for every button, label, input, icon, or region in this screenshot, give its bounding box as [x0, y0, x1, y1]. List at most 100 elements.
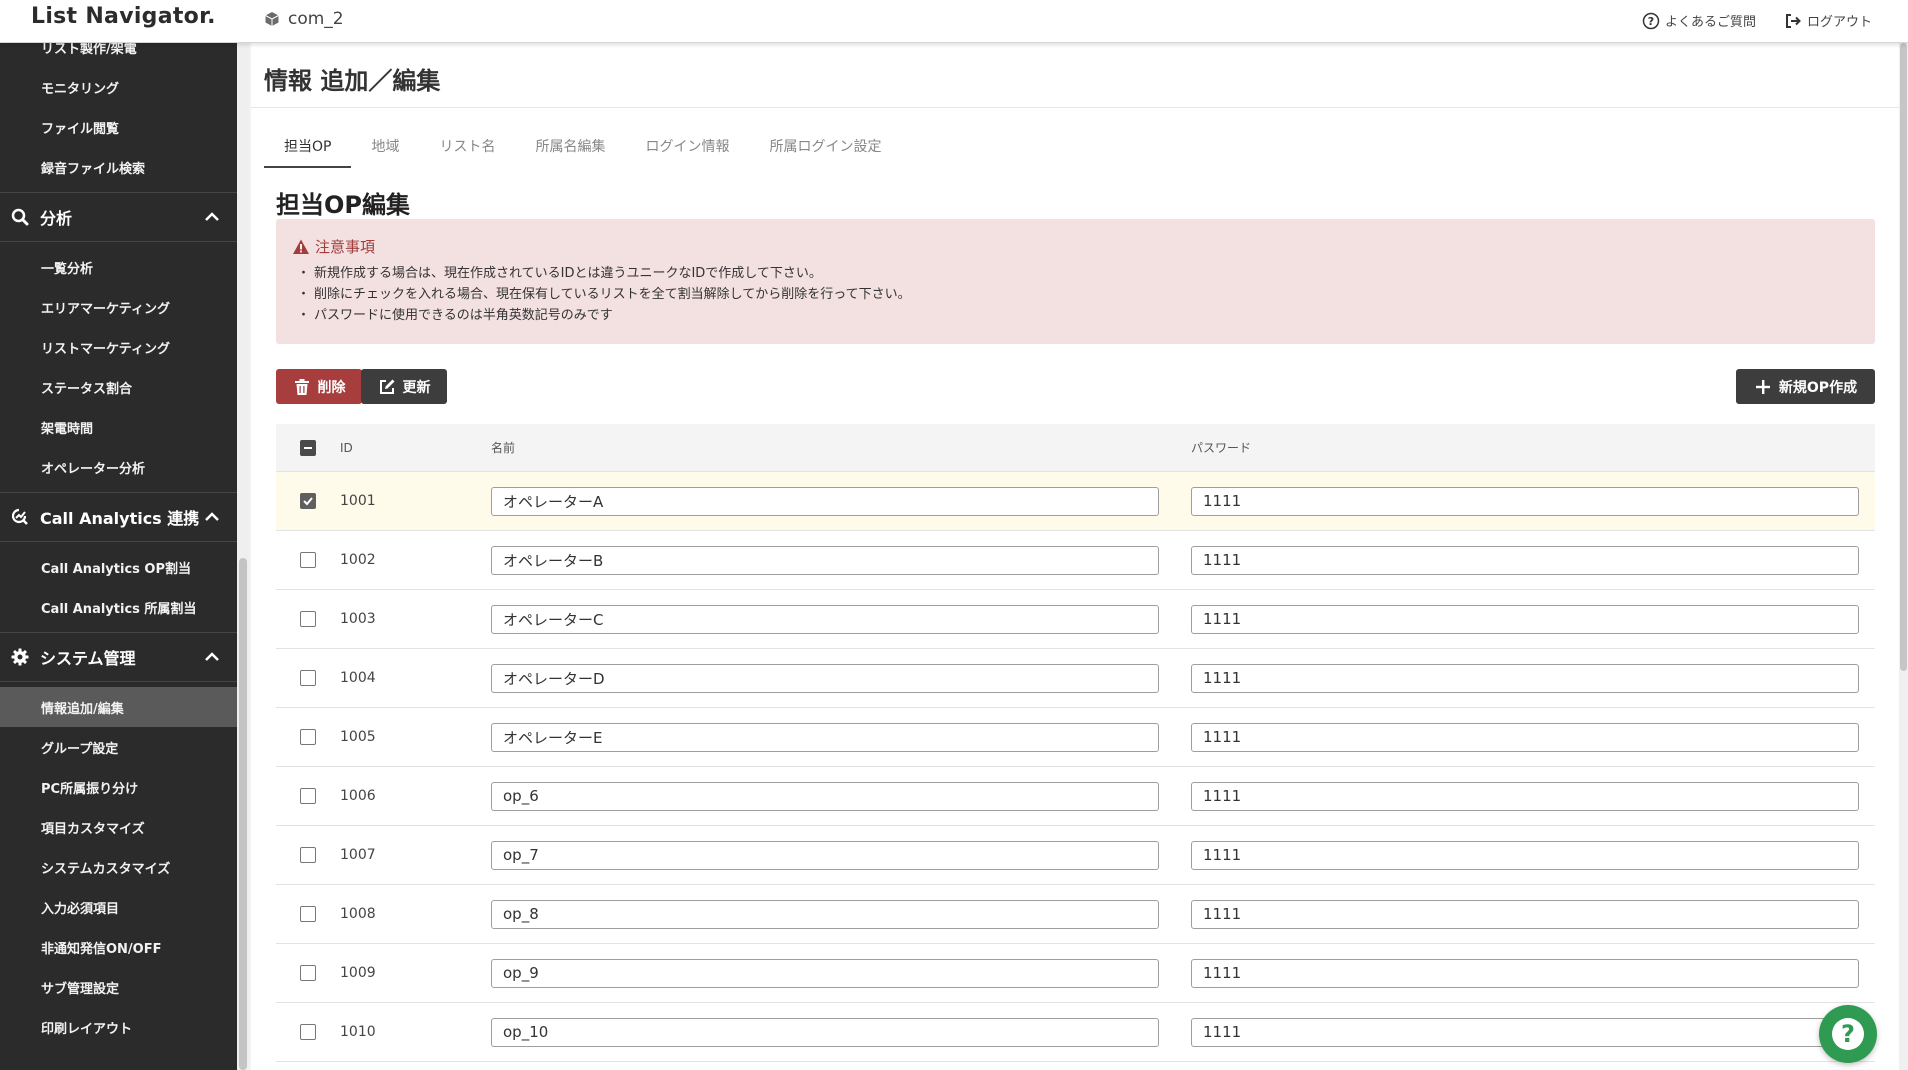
sidebar-scrollbar[interactable]	[237, 43, 249, 1070]
password-input[interactable]	[1191, 899, 1859, 929]
sidebar-scrollbar-thumb[interactable]	[239, 558, 247, 1070]
tab-region[interactable]: 地域	[351, 130, 419, 168]
password-input[interactable]	[1191, 486, 1859, 516]
select-all-checkbox[interactable]	[299, 439, 316, 456]
main-scrollbar[interactable]	[1899, 43, 1908, 1070]
row-check-cell	[276, 670, 339, 686]
tab-operator[interactable]: 担当OP	[264, 130, 352, 168]
header-check-cell	[276, 439, 339, 456]
help-button[interactable]: ?	[1819, 1005, 1877, 1063]
operator-name-input[interactable]	[491, 1017, 1159, 1047]
operator-name-input[interactable]	[491, 722, 1159, 752]
tab-dept-edit[interactable]: 所属名編集	[515, 130, 625, 168]
operator-name-input[interactable]	[491, 604, 1159, 634]
operator-name-input[interactable]	[491, 663, 1159, 693]
password-input[interactable]	[1191, 781, 1859, 811]
tab-dept-login[interactable]: 所属ログイン設定	[749, 130, 901, 168]
row-checkbox[interactable]	[299, 965, 316, 981]
table-row: 1010	[276, 1003, 1875, 1062]
sidebar-item-list-analysis[interactable]: 一覧分析	[0, 247, 237, 287]
row-password-cell	[1191, 663, 1875, 693]
password-input[interactable]	[1191, 604, 1859, 634]
main-scrollbar-thumb[interactable]	[1900, 43, 1907, 671]
sidebar-item-sub-admin[interactable]: サブ管理設定	[0, 967, 237, 1007]
sidebar-item-recording-search[interactable]: 録音ファイル検索	[0, 147, 237, 187]
operator-name-input[interactable]	[491, 781, 1159, 811]
tab-list-name[interactable]: リスト名	[419, 130, 515, 168]
password-input[interactable]	[1191, 663, 1859, 693]
operator-name-input[interactable]	[491, 545, 1159, 575]
operator-name-input[interactable]	[491, 840, 1159, 870]
password-input[interactable]	[1191, 958, 1859, 988]
sidebar-item-ca-dept-assign[interactable]: Call Analytics 所属割当	[0, 587, 237, 627]
sidebar-item-operator-analysis[interactable]: オペレーター分析	[0, 447, 237, 487]
logout-link[interactable]: ログアウト	[1784, 11, 1872, 30]
row-password-cell	[1191, 545, 1875, 575]
row-password-cell	[1191, 840, 1875, 870]
row-checkbox[interactable]	[299, 552, 316, 568]
sidebar-item-monitoring[interactable]: モニタリング	[0, 67, 237, 107]
operator-name-input[interactable]	[491, 486, 1159, 516]
row-checkbox[interactable]	[299, 611, 316, 627]
row-checkbox[interactable]	[299, 493, 316, 509]
sidebar-item-system-customize[interactable]: システムカスタマイズ	[0, 847, 237, 887]
row-id: 1004	[340, 670, 376, 686]
password-input[interactable]	[1191, 840, 1859, 870]
update-button[interactable]: 更新	[361, 369, 447, 404]
update-button-label: 更新	[402, 379, 431, 396]
header-name: 名前	[491, 441, 516, 455]
sidebar-section-analysis[interactable]: 分析	[0, 192, 237, 242]
row-checkbox[interactable]	[299, 670, 316, 686]
sidebar-section-system[interactable]: システム管理	[0, 632, 237, 682]
new-op-button[interactable]: 新規OP作成	[1736, 369, 1875, 404]
sidebar-item-print-layout[interactable]: 印刷レイアウト	[0, 1007, 237, 1047]
password-input[interactable]	[1191, 545, 1859, 575]
tab-login-info[interactable]: ログイン情報	[625, 130, 749, 168]
company-selector[interactable]: com_2	[264, 9, 344, 29]
row-id: 1008	[340, 906, 376, 922]
svg-text:?: ?	[1841, 1020, 1855, 1048]
faq-link[interactable]: ? よくあるご質問	[1642, 11, 1756, 30]
operator-name-input[interactable]	[491, 958, 1159, 988]
sidebar-item-list-marketing[interactable]: リストマーケティング	[0, 327, 237, 367]
cube-icon	[265, 12, 279, 26]
sidebar-item-file-view[interactable]: ファイル閲覧	[0, 107, 237, 147]
row-checkbox[interactable]	[299, 847, 316, 863]
chevron-up-icon	[205, 512, 219, 521]
logout-icon	[1785, 13, 1801, 28]
row-password-cell	[1191, 1017, 1875, 1047]
sidebar-item-required-fields[interactable]: 入力必須項目	[0, 887, 237, 927]
app-logo[interactable]: List Navigator.	[31, 4, 216, 29]
sidebar-item-list-call[interactable]: リスト製作/架電	[0, 43, 237, 67]
row-id: 1010	[340, 1024, 376, 1040]
trash-icon	[294, 378, 309, 395]
plus-icon	[1755, 379, 1770, 394]
row-name-cell	[491, 1017, 1191, 1047]
svg-text:?: ?	[1648, 15, 1654, 28]
sidebar-item-group-settings[interactable]: グループ設定	[0, 727, 237, 767]
row-checkbox[interactable]	[299, 729, 316, 745]
row-password-cell	[1191, 781, 1875, 811]
sidebar-item-info-edit[interactable]: 情報追加/編集	[0, 687, 237, 727]
sidebar-item-status-ratio[interactable]: ステータス割合	[0, 367, 237, 407]
sidebar-item-hidden-caller[interactable]: 非通知発信ON/OFF	[0, 927, 237, 967]
table-row: 1006	[276, 767, 1875, 826]
minus-icon	[303, 446, 312, 449]
sidebar-item-field-customize[interactable]: 項目カスタマイズ	[0, 807, 237, 847]
sidebar-section-callanalytics[interactable]: Call Analytics 連携	[0, 492, 237, 542]
row-check-cell	[276, 1024, 339, 1040]
operator-name-input[interactable]	[491, 899, 1159, 929]
row-checkbox[interactable]	[299, 1024, 316, 1040]
sidebar-item-call-time[interactable]: 架電時間	[0, 407, 237, 447]
table-row: 1008	[276, 885, 1875, 944]
password-input[interactable]	[1191, 722, 1859, 752]
warning-icon	[293, 239, 309, 254]
password-input[interactable]	[1191, 1017, 1859, 1047]
sidebar-item-ca-op-assign[interactable]: Call Analytics OP割当	[0, 547, 237, 587]
row-checkbox[interactable]	[299, 788, 316, 804]
sidebar-item-pc-assign[interactable]: PC所属振り分け	[0, 767, 237, 807]
delete-button[interactable]: 削除	[276, 369, 362, 404]
company-name: com_2	[288, 9, 344, 29]
row-checkbox[interactable]	[299, 906, 316, 922]
sidebar-item-area-marketing[interactable]: エリアマーケティング	[0, 287, 237, 327]
